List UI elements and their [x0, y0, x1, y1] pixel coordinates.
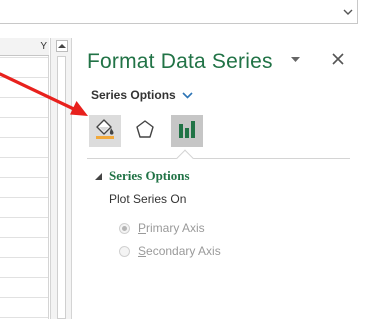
column-letter: Y	[40, 41, 47, 52]
spreadsheet-grid[interactable]	[0, 38, 49, 319]
label-rest: rimary Axis	[146, 221, 205, 235]
section-title: Series Options	[109, 168, 190, 183]
formula-bar[interactable]	[0, 0, 358, 24]
selected-tab-pointer	[176, 149, 194, 167]
scroll-up-arrow-icon[interactable]	[56, 40, 68, 52]
radio-button	[119, 222, 130, 234]
series-options-dropdown-label: Series Options	[91, 88, 176, 102]
format-data-series-pane: Format Data Series Series Options Series…	[73, 24, 370, 319]
tab-divider	[87, 158, 350, 159]
tab-fill-and-line[interactable]	[89, 115, 121, 147]
pane-title: Format Data Series	[87, 50, 273, 73]
radio-checked-dot	[122, 225, 127, 231]
series-options-dropdown[interactable]: Series Options	[91, 88, 194, 102]
scrollbar-thumb[interactable]	[57, 56, 66, 319]
pentagon-icon	[134, 118, 156, 145]
bar-chart-icon	[176, 118, 198, 145]
access-key: P	[138, 221, 147, 235]
tab-series-options[interactable]	[171, 115, 203, 147]
tab-effects[interactable]	[129, 115, 161, 147]
primary-axis-label: Primary Axis	[138, 221, 205, 235]
chevron-down-icon[interactable]	[341, 5, 355, 19]
radio-button	[119, 245, 130, 257]
vertical-scrollbar[interactable]	[50, 38, 72, 319]
secondary-axis-radio[interactable]: Secondary Axis	[119, 244, 221, 258]
chevron-down-icon	[182, 90, 194, 100]
close-icon[interactable]	[330, 51, 346, 67]
plot-series-on-label: Plot Series On	[109, 192, 187, 206]
series-options-section-header[interactable]: Series Options	[95, 168, 190, 184]
primary-axis-radio[interactable]: Primary Axis	[119, 221, 205, 235]
paint-bucket-icon	[93, 118, 117, 145]
access-key: S	[138, 244, 147, 258]
label-rest: econdary Axis	[146, 244, 221, 258]
task-pane-options-icon[interactable]	[289, 55, 301, 65]
collapse-triangle-icon	[95, 172, 103, 180]
secondary-axis-label: Secondary Axis	[138, 244, 221, 258]
column-header[interactable]: Y	[0, 38, 49, 56]
